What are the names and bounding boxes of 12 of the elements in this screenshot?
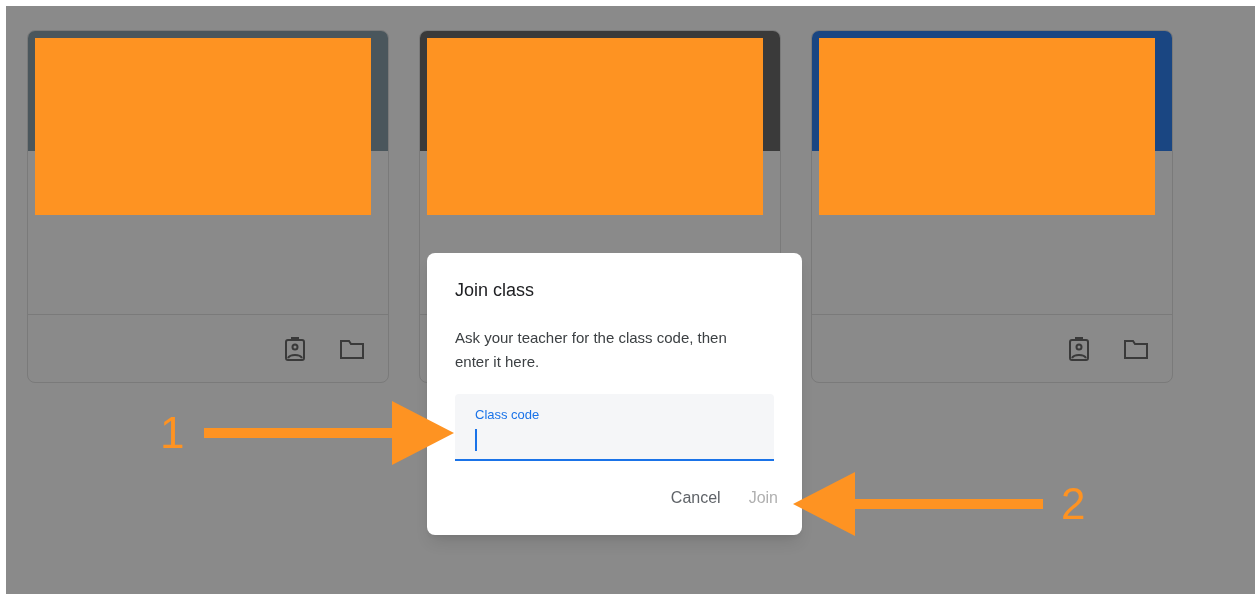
dialog-button[interactable]: Cancel xyxy=(664,480,727,516)
field-label: Class code xyxy=(475,406,541,424)
folder-icon[interactable] xyxy=(1124,338,1148,359)
annotation-number: 2 xyxy=(1061,478,1086,530)
folder-icon[interactable] xyxy=(340,338,364,359)
class-code-field[interactable]: Class code xyxy=(455,394,774,461)
annotation-number: 1 xyxy=(160,407,185,459)
text-cursor xyxy=(475,428,477,451)
dialog-title: Join class xyxy=(455,279,536,302)
badge-portrait-icon[interactable] xyxy=(284,336,306,361)
dialog-message: Ask your teacher for the class code, then enter it here. xyxy=(455,328,728,372)
badge-portrait-icon[interactable] xyxy=(1068,336,1090,361)
